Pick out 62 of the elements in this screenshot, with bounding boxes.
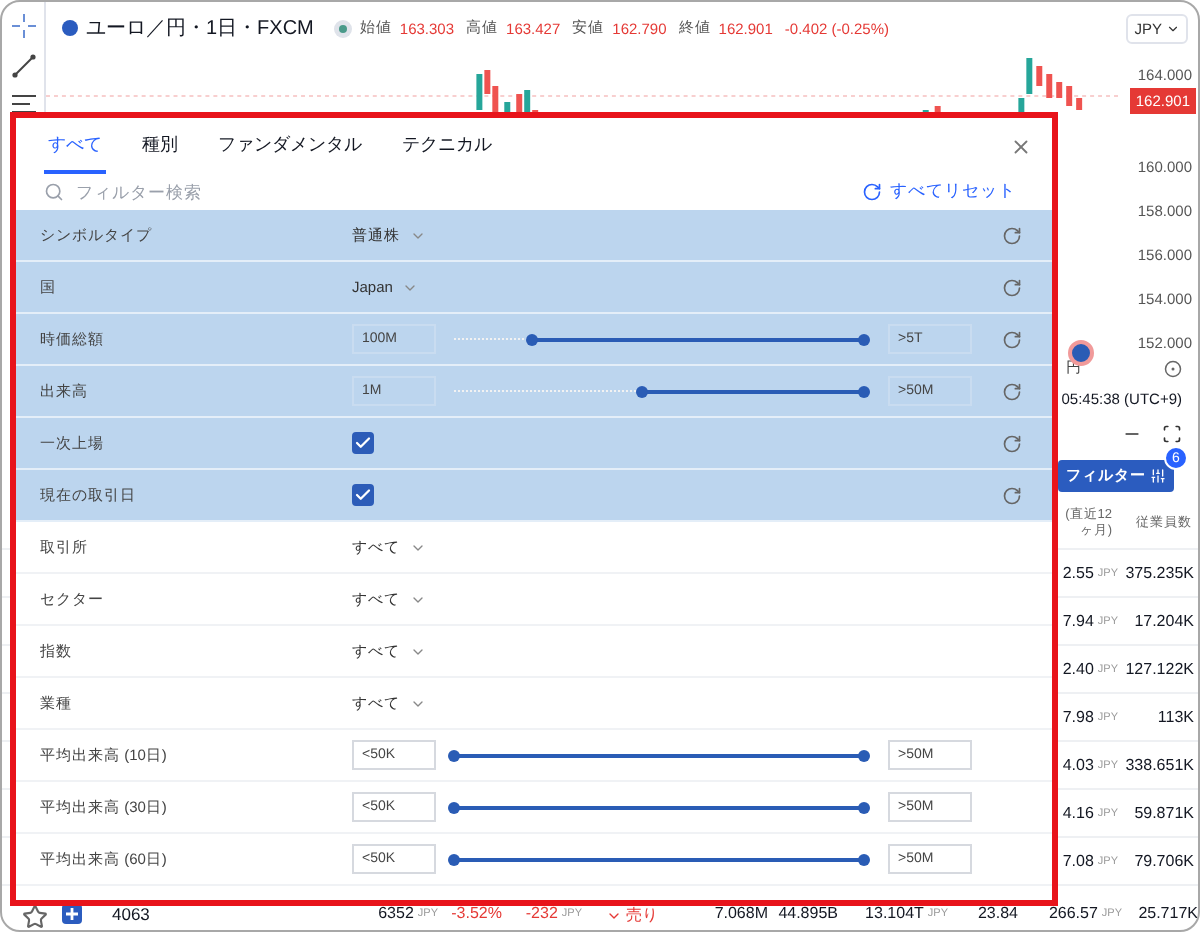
candle <box>1046 74 1053 98</box>
tab[interactable]: すべて <box>44 118 106 174</box>
slider-track[interactable] <box>454 849 864 869</box>
slider-thumb[interactable] <box>858 853 870 865</box>
frame-icon[interactable] <box>1162 424 1182 444</box>
candle <box>1056 82 1063 98</box>
slider-thumb[interactable] <box>448 853 460 865</box>
line-tool-icon[interactable] <box>11 54 35 78</box>
reset-icon[interactable] <box>1002 381 1022 401</box>
table-cell-text: 338.651K <box>1123 756 1196 774</box>
table-cell-text: 23.84 <box>975 904 1020 922</box>
symbol-dot-icon <box>62 20 78 36</box>
candle <box>1066 86 1073 106</box>
candle <box>1076 98 1083 110</box>
tab[interactable]: ファンダメンタル <box>214 118 366 174</box>
candle <box>1026 58 1033 94</box>
lines-icon[interactable] <box>11 94 35 114</box>
table-cell-text: 17.204K <box>1132 612 1196 630</box>
slider-thumb[interactable] <box>858 333 870 345</box>
tab[interactable]: テクニカル <box>398 118 496 174</box>
rating-cell: 売り <box>586 904 692 926</box>
caret-icon <box>1166 21 1180 35</box>
reset-icon[interactable] <box>1002 433 1022 453</box>
table-cell-text: 25.717K <box>1136 904 1198 922</box>
sliders-icon <box>1150 468 1166 484</box>
reset-icon[interactable] <box>1002 329 1022 349</box>
slider-thumb[interactable] <box>858 385 870 397</box>
circle-dot-icon[interactable] <box>1164 359 1182 377</box>
slider-thumb[interactable] <box>636 385 649 397</box>
table-cell-text: 44.895B <box>776 904 840 922</box>
table-cell-text: 127.122K <box>1123 660 1196 678</box>
table-cell-text: 79.706K <box>1132 852 1196 870</box>
reset-icon <box>862 182 882 202</box>
table-cell-text: 59.871K <box>1132 804 1196 822</box>
reset-icon[interactable] <box>1002 277 1022 297</box>
table-cell-text: 7.068M <box>712 904 770 922</box>
table-cell-text: 113K <box>1155 708 1196 726</box>
tab[interactable]: 種別 <box>138 118 182 174</box>
reset-all-button[interactable]: すべてリセット <box>850 178 1028 206</box>
crosshair-icon[interactable] <box>11 14 35 38</box>
checkbox[interactable] <box>352 432 374 454</box>
reset-icon[interactable] <box>1002 485 1022 505</box>
slider-thumb[interactable] <box>448 749 460 761</box>
slider-thumb[interactable] <box>858 801 870 813</box>
table-cell-text: 375.235K <box>1123 564 1196 582</box>
search-icon <box>44 182 64 202</box>
symbol-title: ユーロ／円・1日・FXCM <box>86 16 314 42</box>
candle <box>1036 66 1043 86</box>
slider-thumb[interactable] <box>858 749 870 761</box>
reset-icon[interactable] <box>1002 225 1022 245</box>
ticker-symbol[interactable]: 4063 <box>102 904 362 924</box>
status-dot-icon <box>333 19 352 37</box>
table-cell-text: -3.52% <box>449 904 504 922</box>
checkbox[interactable] <box>352 484 374 506</box>
slider-thumb[interactable] <box>525 333 538 345</box>
slider-thumb[interactable] <box>448 801 460 813</box>
slider-track[interactable] <box>454 381 864 401</box>
star-icon[interactable] <box>22 904 48 930</box>
slider-track[interactable] <box>454 797 864 817</box>
slider-track[interactable] <box>454 329 864 349</box>
slider-track[interactable] <box>454 745 864 765</box>
search-field[interactable]: フィルター検索 <box>72 180 842 204</box>
